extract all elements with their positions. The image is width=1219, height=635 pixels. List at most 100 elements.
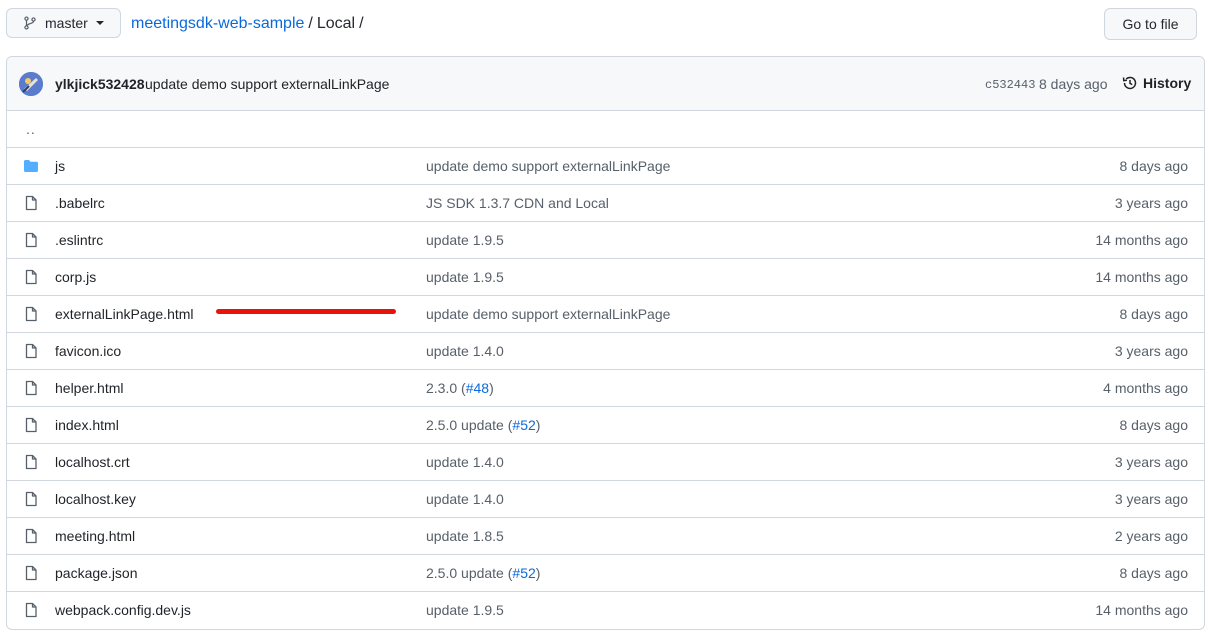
file-row[interactable]: externalLinkPage.html update demo support… <box>7 296 1204 333</box>
commit-age: 8 days ago <box>1039 76 1108 92</box>
file-commit-message[interactable]: update demo support externalLinkPage <box>426 158 670 174</box>
file-commit-age: 8 days ago <box>1119 158 1189 174</box>
file-name-link[interactable]: .babelrc <box>55 195 105 211</box>
parent-directory-link[interactable]: .. <box>26 121 36 137</box>
history-icon <box>1122 76 1137 90</box>
latest-commit-bar: ylkjick532428 update demo support extern… <box>7 57 1204 111</box>
file-row[interactable]: localhost.key update 1.4.0 3 years ago <box>7 481 1204 518</box>
file-commit-message[interactable]: 2.5.0 update (#52) <box>426 417 540 433</box>
go-to-file-button[interactable]: Go to file <box>1104 8 1197 40</box>
file-row[interactable]: corp.js update 1.9.5 14 months ago <box>7 259 1204 296</box>
file-icon <box>25 269 37 285</box>
git-branch-icon <box>24 16 36 30</box>
file-row[interactable]: .babelrc JS SDK 1.3.7 CDN and Local 3 year… <box>7 185 1204 222</box>
file-name-link[interactable]: corp.js <box>55 269 96 285</box>
file-row[interactable]: favicon.ico update 1.4.0 3 years ago <box>7 333 1204 370</box>
file-name-link[interactable]: favicon.ico <box>55 343 121 359</box>
red-underline-annotation <box>216 309 396 314</box>
caret-down-icon <box>95 21 104 25</box>
commit-message-prefix[interactable]: 2.5.0 update ( <box>426 565 512 581</box>
commit-sha-link[interactable]: c532443 <box>985 78 1035 92</box>
breadcrumb: meetingsdk-web-sample / Local / <box>131 13 368 35</box>
file-name-link[interactable]: .eslintrc <box>55 232 103 248</box>
file-commit-message[interactable]: 2.3.0 (#48) <box>426 380 494 396</box>
file-name-link[interactable]: meeting.html <box>55 528 135 544</box>
file-commit-age: 14 months ago <box>1095 602 1188 618</box>
file-commit-age: 8 days ago <box>1119 417 1189 433</box>
file-name-link[interactable]: index.html <box>55 417 119 433</box>
history-button[interactable]: History <box>1122 75 1191 91</box>
file-row[interactable]: .eslintrc update 1.9.5 14 months ago <box>7 222 1204 259</box>
file-icon <box>25 491 37 507</box>
pull-request-link[interactable]: #48 <box>466 380 489 396</box>
file-icon <box>25 454 37 470</box>
file-commit-age: 8 days ago <box>1119 565 1189 581</box>
parent-directory-row[interactable]: .. <box>7 111 1204 148</box>
file-commit-age: 2 years ago <box>1114 528 1188 544</box>
file-row[interactable]: helper.html 2.3.0 (#48) 4 months ago <box>7 370 1204 407</box>
file-name-link[interactable]: localhost.key <box>55 491 136 507</box>
branch-selector-button[interactable]: master <box>6 8 121 38</box>
file-icon <box>25 195 37 211</box>
commit-message-prefix[interactable]: 2.5.0 update ( <box>426 417 512 433</box>
commit-message-prefix[interactable]: JS SDK 1.3.7 CDN and Local <box>426 195 609 211</box>
file-commit-age: 3 years ago <box>1114 454 1188 470</box>
history-label: History <box>1143 75 1192 91</box>
file-commit-age: 8 days ago <box>1119 306 1189 322</box>
file-commit-age: 4 months ago <box>1103 380 1188 396</box>
pull-request-link[interactable]: #52 <box>512 565 535 581</box>
breadcrumb-repo-link[interactable]: meetingsdk-web-sample <box>131 15 304 32</box>
file-row[interactable]: webpack.config.dev.js update 1.9.5 14 mont… <box>7 592 1204 629</box>
file-list-box: ylkjick532428 update demo support extern… <box>6 56 1205 630</box>
commit-message-prefix[interactable]: update 1.4.0 <box>426 343 504 359</box>
file-rows: js update demo support externalLinkPage 8 … <box>7 148 1204 629</box>
file-name-link[interactable]: webpack.config.dev.js <box>55 602 191 618</box>
file-commit-message[interactable]: 2.5.0 update (#52) <box>426 565 540 581</box>
file-row[interactable]: meeting.html update 1.8.5 2 years ago <box>7 518 1204 555</box>
file-name-link[interactable]: package.json <box>55 565 138 581</box>
file-commit-age: 3 years ago <box>1114 343 1188 359</box>
file-icon <box>25 602 37 618</box>
commit-message-prefix[interactable]: update 1.8.5 <box>426 528 504 544</box>
file-row[interactable]: js update demo support externalLinkPage 8 … <box>7 148 1204 185</box>
commit-message-suffix[interactable]: ) <box>536 417 541 433</box>
branch-name: master <box>45 15 88 31</box>
commit-message-prefix[interactable]: update 1.4.0 <box>426 454 504 470</box>
file-commit-message[interactable]: update 1.4.0 <box>426 343 504 359</box>
top-bar: master meetingsdk-web-sample / Local / Go t… <box>0 0 1219 50</box>
pull-request-link[interactable]: #52 <box>512 417 535 433</box>
commit-message-prefix[interactable]: update 1.9.5 <box>426 232 504 248</box>
file-icon <box>25 417 37 433</box>
file-commit-message[interactable]: update 1.4.0 <box>426 491 504 507</box>
file-commit-age: 3 years ago <box>1114 491 1188 507</box>
folder-icon <box>24 160 38 172</box>
file-row[interactable]: index.html 2.5.0 update (#52) 8 days ago <box>7 407 1204 444</box>
file-row[interactable]: package.json 2.5.0 update (#52) 8 days ago <box>7 555 1204 592</box>
commit-message-link[interactable]: update demo support externalLinkPage <box>145 76 389 92</box>
commit-message-prefix[interactable]: update 1.9.5 <box>426 269 504 285</box>
file-name-link[interactable]: js <box>55 158 65 174</box>
commit-message-prefix[interactable]: update 1.4.0 <box>426 491 504 507</box>
commit-message-prefix[interactable]: update demo support externalLinkPage <box>426 306 670 322</box>
file-commit-message[interactable]: update 1.9.5 <box>426 232 504 248</box>
avatar[interactable] <box>19 72 43 96</box>
commit-message-suffix[interactable]: ) <box>489 380 494 396</box>
file-commit-message[interactable]: update demo support externalLinkPage <box>426 306 670 322</box>
commit-author-link[interactable]: ylkjick532428 <box>55 76 145 92</box>
file-icon <box>25 306 37 322</box>
file-name-link[interactable]: helper.html <box>55 380 123 396</box>
file-name-link[interactable]: externalLinkPage.html <box>55 306 194 322</box>
file-commit-message[interactable]: update 1.9.5 <box>426 602 504 618</box>
file-row[interactable]: localhost.crt update 1.4.0 3 years ago <box>7 444 1204 481</box>
file-commit-message[interactable]: update 1.9.5 <box>426 269 504 285</box>
file-commit-message[interactable]: update 1.4.0 <box>426 454 504 470</box>
commit-message-prefix[interactable]: 2.3.0 ( <box>426 380 466 396</box>
commit-message-prefix[interactable]: update demo support externalLinkPage <box>426 158 670 174</box>
commit-message-suffix[interactable]: ) <box>536 565 541 581</box>
file-name-link[interactable]: localhost.crt <box>55 454 130 470</box>
commit-message-prefix[interactable]: update 1.9.5 <box>426 602 504 618</box>
file-commit-message[interactable]: JS SDK 1.3.7 CDN and Local <box>426 195 609 211</box>
breadcrumb-current-folder: Local <box>316 15 356 32</box>
file-commit-message[interactable]: update 1.8.5 <box>426 528 504 544</box>
file-commit-age: 14 months ago <box>1095 232 1188 248</box>
